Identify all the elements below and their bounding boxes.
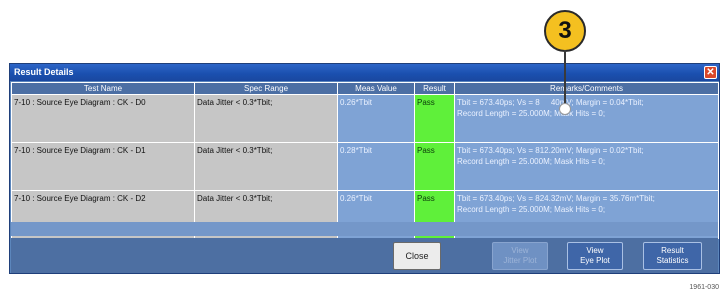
column-header-remarks[interactable]: Remarks/Comments (454, 82, 719, 95)
callout-number-badge: 3 (544, 10, 586, 52)
window-titlebar: Result Details ✕ (10, 64, 719, 81)
table-header-row: Test Name Spec Range Meas Value Result R… (11, 82, 719, 95)
figure-id: 1961-030 (689, 284, 719, 291)
remark-line: Record Length = 25.000M; Mask Hits = 0; (457, 157, 606, 166)
view-eye-plot-button[interactable]: View Eye Plot (567, 242, 623, 270)
cell-result: Pass (414, 94, 455, 143)
cell-spec-range: Data Jitter < 0.3*Tbit; (194, 142, 338, 191)
table-row[interactable]: 7-10 : Source Eye Diagram : CK - D0 Data… (11, 94, 719, 143)
eye-button-label-line1: View (586, 246, 604, 255)
remark-line: Record Length = 25.000M; Mask Hits = 0; (457, 205, 606, 214)
stats-button-label-line2: Statistics (656, 256, 689, 265)
column-header-test-name[interactable]: Test Name (11, 82, 195, 95)
column-header-meas-value[interactable]: Meas Value (337, 82, 415, 95)
remark-line: Tbit = 673.40ps; Vs = 812.20mV; Margin =… (457, 146, 644, 155)
column-header-result[interactable]: Result (414, 82, 455, 95)
stats-button-label-line1: Result (661, 246, 684, 255)
cell-spec-range: Data Jitter < 0.3*Tbit; (194, 94, 338, 143)
result-statistics-button[interactable]: Result Statistics (643, 242, 702, 270)
result-details-window: Result Details ✕ Test Name Spec Range Me… (9, 63, 720, 274)
cell-remarks: Tbit = 673.40ps; Vs = 812.20mV; Margin =… (454, 142, 719, 191)
cell-test-name: 7-10 : Source Eye Diagram : CK - D1 (11, 142, 195, 191)
cell-meas-value: 0.26*Tbit (337, 94, 415, 143)
cell-test-name: 7-10 : Source Eye Diagram : CK - D0 (11, 94, 195, 143)
window-title: Result Details (14, 67, 74, 77)
remark-line: Tbit = 673.40ps; Vs = 824.32mV; Margin =… (457, 194, 655, 203)
cell-meas-value: 0.28*Tbit (337, 142, 415, 191)
column-header-spec-range[interactable]: Spec Range (194, 82, 338, 95)
remark-line: Record Length = 25.000M; Mask Hits = 0; (457, 109, 606, 118)
jitter-button-label-line1: View (511, 246, 529, 255)
close-button[interactable]: Close (393, 242, 441, 270)
callout-leader-line (564, 50, 566, 106)
button-bar: Close View Jitter Plot View Eye Plot Res… (11, 238, 718, 273)
remark-line: Tbit = 673.40ps; Vs = 8 40mV; Margin = 0… (457, 98, 644, 107)
close-icon[interactable]: ✕ (704, 66, 717, 79)
callout-leader-dot (559, 103, 571, 115)
close-button-label: Close (405, 251, 429, 261)
view-jitter-plot-button[interactable]: View Jitter Plot (492, 242, 548, 270)
table-empty-area (11, 222, 718, 236)
jitter-button-label-line2: Jitter Plot (503, 256, 537, 265)
cell-remarks: Tbit = 673.40ps; Vs = 8 40mV; Margin = 0… (454, 94, 719, 143)
cell-result: Pass (414, 142, 455, 191)
callout-number: 3 (558, 17, 572, 44)
eye-button-label-line2: Eye Plot (580, 256, 610, 265)
results-table: Test Name Spec Range Meas Value Result R… (11, 82, 719, 239)
table-row[interactable]: 7-10 : Source Eye Diagram : CK - D1 Data… (11, 142, 719, 191)
